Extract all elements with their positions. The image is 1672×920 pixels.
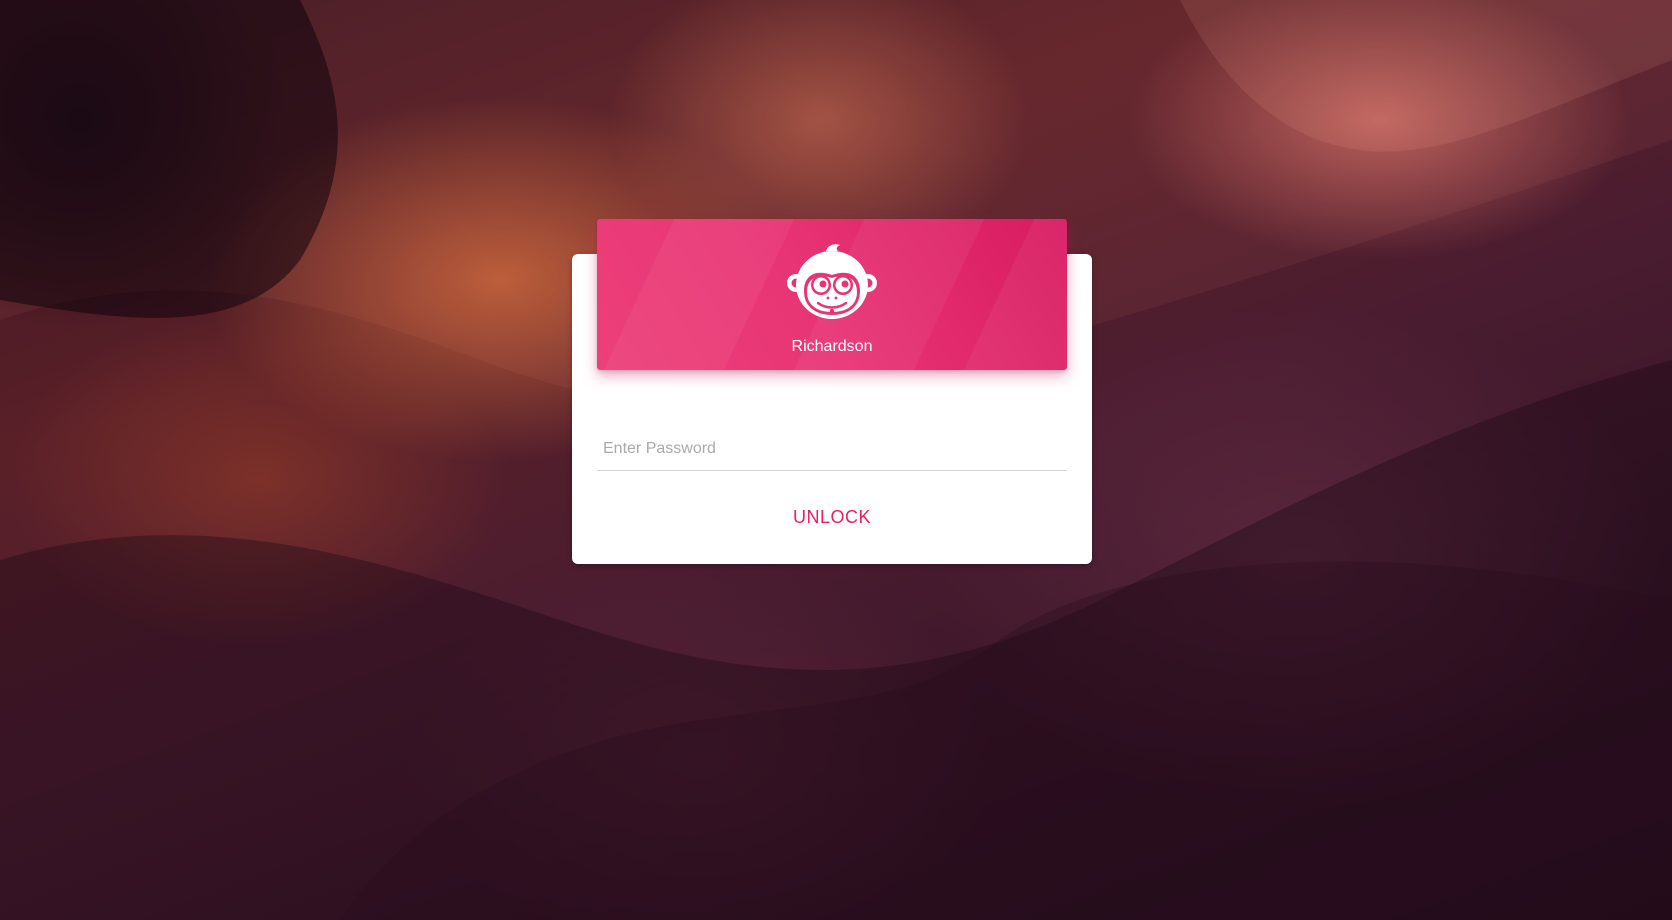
user-name: Richardson	[791, 338, 873, 355]
unlock-button[interactable]: UNLOCK	[772, 498, 892, 536]
password-field[interactable]	[597, 428, 1067, 471]
card-header: Richardson	[597, 219, 1067, 370]
password-input[interactable]	[597, 428, 1067, 470]
monkey-face-icon	[787, 244, 877, 319]
